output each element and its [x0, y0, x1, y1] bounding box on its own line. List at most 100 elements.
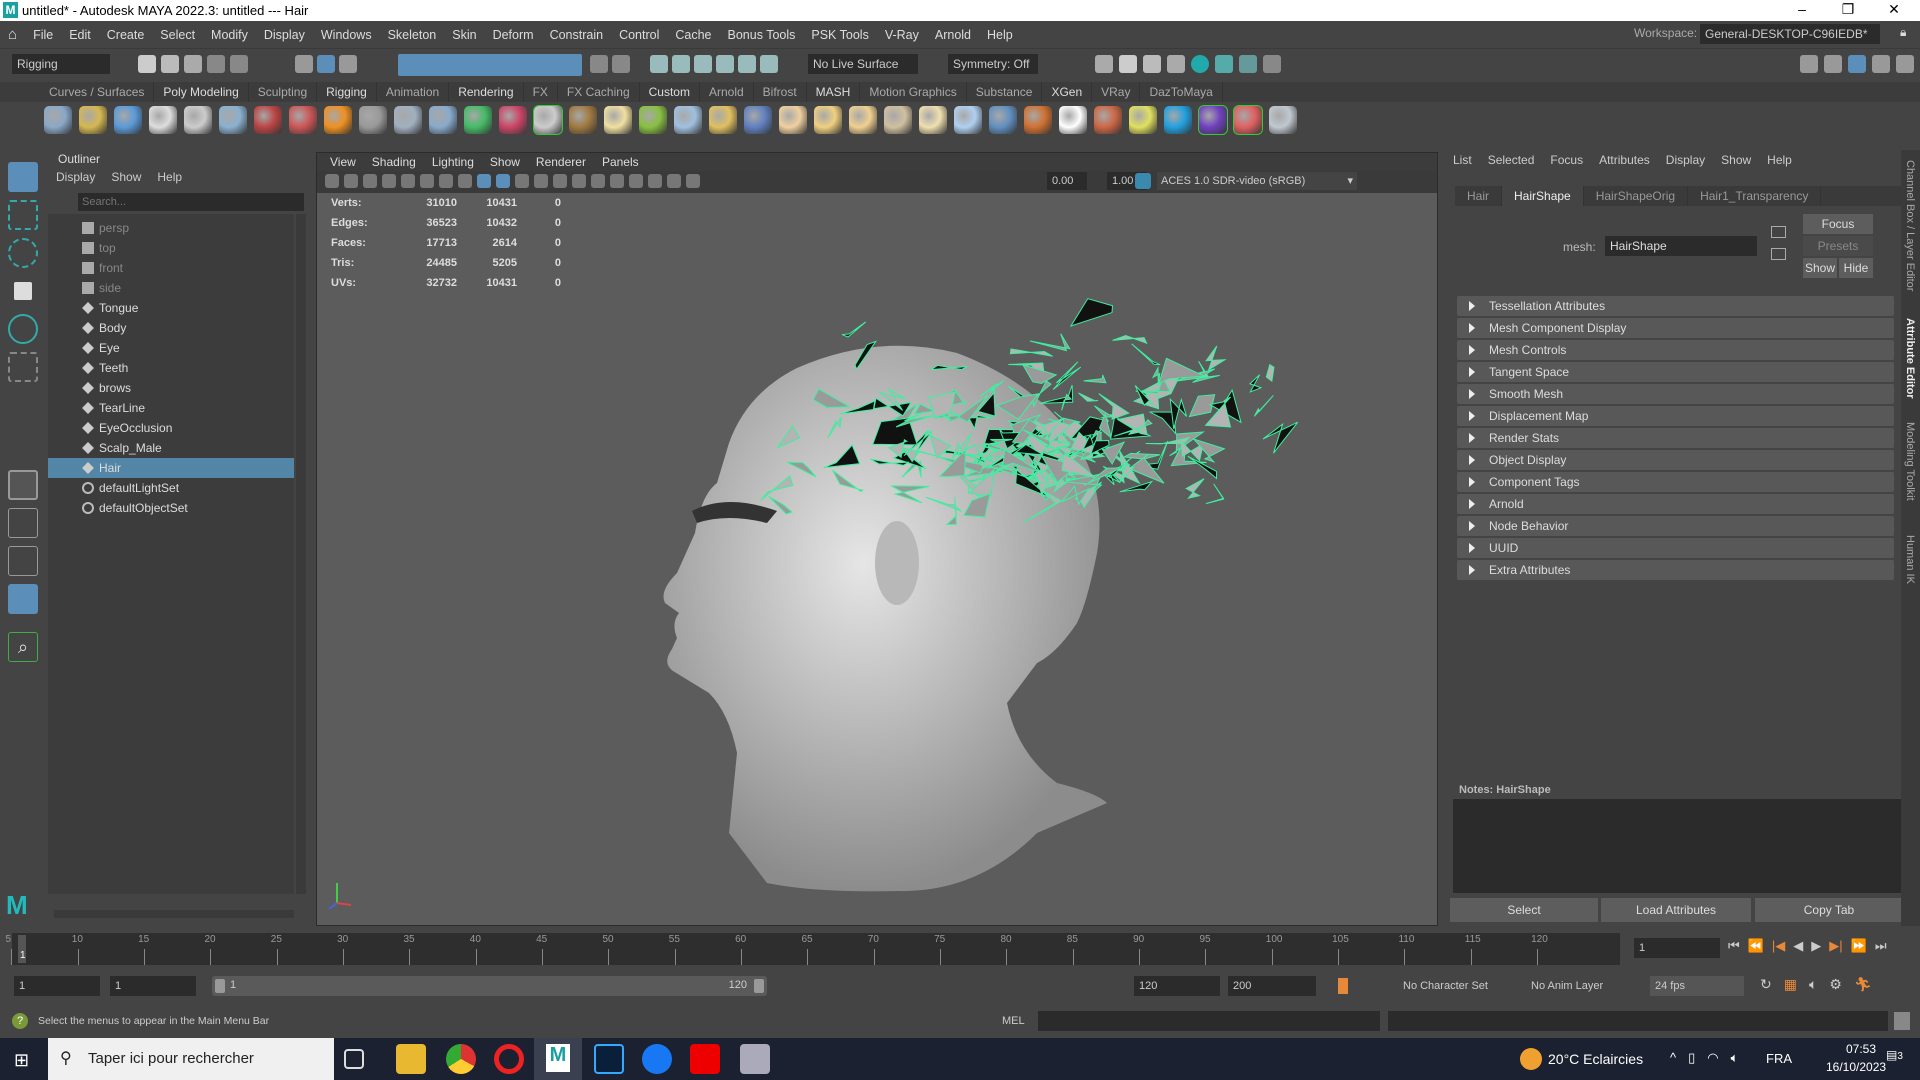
- image-plane-icon[interactable]: [382, 174, 396, 188]
- tab-channel-box[interactable]: Channel Box / Layer Editor: [1904, 160, 1916, 291]
- shelf-tab-arnold[interactable]: Arnold: [700, 82, 754, 102]
- copy-tab-button[interactable]: Copy Tab: [1755, 898, 1903, 922]
- shader-ball-icon[interactable]: [394, 106, 422, 134]
- four-view-layout-icon[interactable]: [8, 508, 38, 538]
- tab-attribute-editor[interactable]: Attribute Editor: [1904, 318, 1916, 399]
- soft-select-icon[interactable]: [738, 55, 756, 73]
- time-slider[interactable]: 5 10 15 20 25 30 35 40 45 50 55 60 65 70 75 80 85 90 95 100…: [0, 928, 1920, 972]
- highlight-icon[interactable]: [612, 55, 630, 73]
- load-attributes-button[interactable]: Load Attributes: [1601, 898, 1751, 922]
- wireframe-icon[interactable]: [477, 174, 491, 188]
- reflection-icon[interactable]: [760, 55, 778, 73]
- ae-menu-attributes[interactable]: Attributes: [1599, 153, 1650, 167]
- youtube-icon[interactable]: [690, 1044, 720, 1074]
- new-scene-icon[interactable]: [138, 55, 156, 73]
- shelf-tab-vray[interactable]: VRay: [1092, 82, 1141, 102]
- select-object-icon[interactable]: [317, 55, 335, 73]
- dome-icon[interactable]: [533, 105, 563, 135]
- task-view-icon[interactable]: [344, 1049, 364, 1069]
- device-icon[interactable]: ▯: [1688, 1050, 1695, 1066]
- undo-icon[interactable]: [207, 55, 225, 73]
- ae-menu-focus[interactable]: Focus: [1550, 153, 1583, 167]
- attribute-editor-toggle-icon[interactable]: [1848, 55, 1866, 73]
- scale-tool-icon[interactable]: [8, 352, 38, 382]
- menu-edit[interactable]: Edit: [61, 28, 99, 42]
- help-icon[interactable]: [1269, 106, 1297, 134]
- render-view-icon[interactable]: [1215, 55, 1233, 73]
- ae-menu-help[interactable]: Help: [1767, 153, 1792, 167]
- frame-buffer-icon[interactable]: [1094, 106, 1122, 134]
- menu-skeleton[interactable]: Skeleton: [380, 28, 445, 42]
- ipr-light-icon[interactable]: [1129, 106, 1157, 134]
- scene-end-field[interactable]: 200: [1228, 976, 1316, 996]
- fire-icon[interactable]: [324, 106, 352, 134]
- viewport-menu-lighting[interactable]: Lighting: [424, 155, 482, 169]
- anim-prefs-icon[interactable]: ⚙: [1829, 976, 1842, 993]
- history-icon[interactable]: [650, 55, 668, 73]
- play-forward-icon[interactable]: ▶: [1811, 938, 1821, 954]
- xray-joints-icon[interactable]: [667, 174, 681, 188]
- section-arnold[interactable]: Arnold: [1457, 494, 1894, 514]
- checker-icon[interactable]: [1059, 106, 1087, 134]
- select-tool-icon[interactable]: [8, 162, 38, 192]
- viewport-menu-view[interactable]: View: [322, 155, 364, 169]
- outliner-menu-display[interactable]: Display: [56, 170, 95, 184]
- spot-light-icon[interactable]: [464, 106, 492, 134]
- human-ik-icon[interactable]: [1824, 55, 1842, 73]
- outliner-item[interactable]: Hair: [48, 458, 294, 478]
- substance-icon[interactable]: [1198, 105, 1228, 135]
- play-backward-icon[interactable]: ◀: [1793, 938, 1803, 954]
- menu-psk-tools[interactable]: PSK Tools: [803, 28, 876, 42]
- weather-icon[interactable]: [1520, 1048, 1542, 1070]
- playback-end-field[interactable]: 120: [1134, 976, 1220, 996]
- clock-date[interactable]: 16/10/2023: [1826, 1060, 1886, 1074]
- rotate-tool-icon[interactable]: [8, 314, 38, 344]
- anim-layer-dropdown[interactable]: No Anim Layer: [1526, 976, 1624, 996]
- outliner-item[interactable]: defaultObjectSet: [48, 498, 294, 518]
- area-light-icon[interactable]: [814, 106, 842, 134]
- minimize-button[interactable]: –: [1782, 1, 1822, 17]
- point-light-icon[interactable]: [849, 106, 877, 134]
- viewport-menu-show[interactable]: Show: [482, 155, 528, 169]
- input-language[interactable]: FRA: [1766, 1051, 1792, 1066]
- step-forward-icon[interactable]: ⏩: [1851, 938, 1867, 954]
- vray-cloud-icon[interactable]: [1164, 106, 1192, 134]
- outliner-item[interactable]: brows: [48, 378, 294, 398]
- anti-alias-icon[interactable]: [610, 174, 624, 188]
- sidebar-toggle-icon[interactable]: [1800, 55, 1818, 73]
- viewport-menu-shading[interactable]: Shading: [364, 155, 424, 169]
- shelf-tab-fx-caching[interactable]: FX Caching: [558, 82, 640, 102]
- select-component-icon[interactable]: [339, 55, 357, 73]
- ae-menu-show[interactable]: Show: [1721, 153, 1751, 167]
- range-end-handle[interactable]: [754, 979, 764, 993]
- output-ops-icon[interactable]: [694, 55, 712, 73]
- notifications-icon[interactable]: ▤3: [1886, 1048, 1903, 1062]
- xray-components-icon[interactable]: [686, 174, 700, 188]
- menu-arnold[interactable]: Arnold: [927, 28, 979, 42]
- plug-icon[interactable]: [149, 106, 177, 134]
- outliner-horizontal-scrollbar[interactable]: [54, 910, 294, 918]
- outliner-item[interactable]: defaultLightSet: [48, 478, 294, 498]
- focus-button[interactable]: Focus: [1803, 214, 1873, 234]
- menu-constrain[interactable]: Constrain: [542, 28, 612, 42]
- paint-select-tool-icon[interactable]: [8, 238, 38, 268]
- script-language-toggle[interactable]: MEL: [1002, 1015, 1025, 1027]
- construction-history-icon[interactable]: [716, 55, 734, 73]
- step-back-key-icon[interactable]: ⏪: [1748, 938, 1764, 954]
- grass-icon[interactable]: [639, 106, 667, 134]
- rig-icon[interactable]: [499, 106, 527, 134]
- auto-key-icon[interactable]: [1338, 978, 1348, 994]
- render-settings-icon[interactable]: [1167, 55, 1185, 73]
- pause-icon[interactable]: [1263, 55, 1281, 73]
- app-icon[interactable]: [740, 1044, 770, 1074]
- select-button[interactable]: Select: [1450, 898, 1598, 922]
- color-balls-icon[interactable]: [1233, 105, 1263, 135]
- section-component-tags[interactable]: Component Tags: [1457, 472, 1894, 492]
- maya-taskbar-button[interactable]: M: [534, 1038, 582, 1080]
- lattice-icon[interactable]: [359, 106, 387, 134]
- menu-deform[interactable]: Deform: [485, 28, 542, 42]
- ae-tab-hair1-transparency[interactable]: Hair1_Transparency: [1688, 186, 1822, 206]
- menu-bonus-tools[interactable]: Bonus Tools: [720, 28, 804, 42]
- particles-icon[interactable]: [674, 106, 702, 134]
- outliner-item[interactable]: persp: [48, 218, 294, 238]
